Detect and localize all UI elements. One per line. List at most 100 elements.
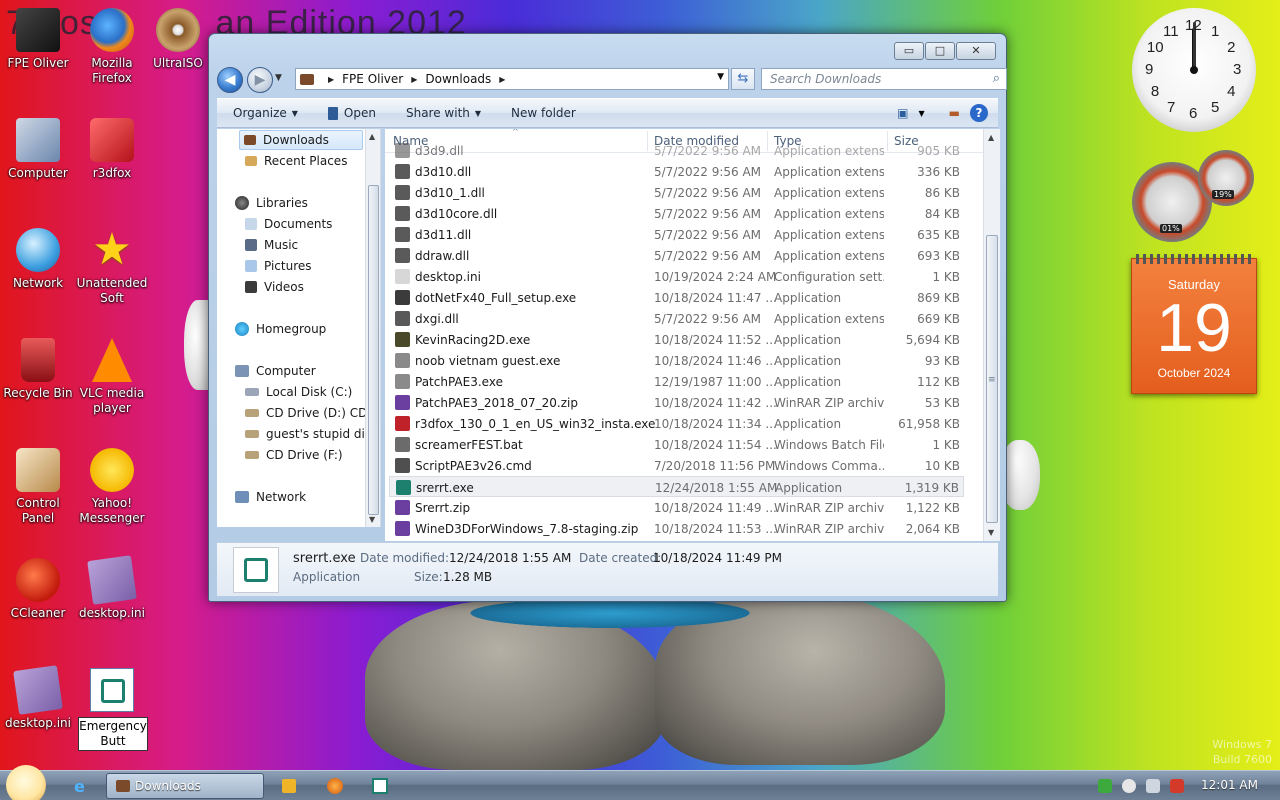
scroll-up-icon[interactable]: ▲ <box>988 133 994 142</box>
nav-item-network[interactable]: Network <box>235 487 306 507</box>
taskbar-ie-button[interactable]: e <box>66 773 98 799</box>
table-row[interactable]: screamerFEST.bat 10/18/2024 11:54 ... Wind… <box>389 434 964 455</box>
nav-item-music[interactable]: Music <box>245 235 298 255</box>
share-with-button[interactable]: Share with ▼ <box>406 106 481 120</box>
nav-item-downloads[interactable]: Downloads <box>239 130 363 150</box>
srerrt-app-icon[interactable] <box>372 778 388 794</box>
table-row[interactable]: d3d10core.dll 5/7/2022 9:56 AM Application… <box>389 203 964 224</box>
nav-item-local-disk[interactable]: Local Disk (C:) <box>245 382 352 402</box>
network-tray-icon[interactable] <box>1146 779 1160 793</box>
breadcrumb-separator-icon[interactable]: ▶ <box>411 75 417 84</box>
help-icon[interactable]: ? <box>970 104 988 122</box>
nav-item-documents[interactable]: Documents <box>245 214 332 234</box>
refresh-button[interactable]: ⇆ <box>731 68 755 90</box>
firefox-icon[interactable] <box>327 778 343 794</box>
table-row[interactable]: d3d9.dll 5/7/2022 9:56 AM Application ex… <box>389 140 964 161</box>
desktop-icon-r3dfox[interactable]: r3dfox <box>74 118 150 181</box>
desktop-icon-ultraiso[interactable]: UltraISO <box>148 8 208 71</box>
change-view-icon[interactable]: ▣ <box>897 106 908 120</box>
nav-item-cd-drive-d[interactable]: CD Drive (D:) CDI <box>245 403 371 423</box>
desktop-icon-control-panel[interactable]: Control Panel <box>0 448 76 526</box>
file-date: 10/18/2024 11:53 ... <box>654 522 777 536</box>
nav-item-libraries[interactable]: Libraries <box>235 193 308 213</box>
chevron-down-icon[interactable]: ▼ <box>919 109 925 118</box>
close-button[interactable]: ✕ <box>956 42 996 60</box>
table-row[interactable]: PatchPAE3.exe 12/19/1987 11:00 ... Applica… <box>389 371 964 392</box>
nav-item-guest-disk[interactable]: guest's stupid dis <box>245 424 371 444</box>
desktop-icon-recycle-bin[interactable]: Recycle Bin <box>0 338 76 401</box>
desktop-icon-computer[interactable]: Computer <box>0 118 76 181</box>
table-row[interactable]: PatchPAE3_2018_07_20.zip 10/18/2024 11:42… <box>389 392 964 413</box>
minimize-button[interactable]: ▭ <box>894 42 924 60</box>
breadcrumb-separator-icon[interactable]: ▶ <box>328 75 334 84</box>
address-bar[interactable]: ▶ FPE Oliver ▶ Downloads ▶ ▼ <box>295 68 729 90</box>
taskbar-explorer-button[interactable]: Downloads <box>106 773 264 799</box>
nav-scrollbar[interactable]: ▲ ▼ <box>365 129 380 527</box>
open-button[interactable]: Open <box>327 106 376 120</box>
nav-scroll-thumb[interactable] <box>368 185 379 515</box>
maximize-button[interactable]: □ <box>925 42 955 60</box>
breadcrumb-fpe-oliver[interactable]: FPE Oliver <box>342 72 403 86</box>
action-center-icon[interactable] <box>1098 779 1112 793</box>
nav-item-recent-places[interactable]: Recent Places <box>245 151 347 171</box>
scroll-up-icon[interactable]: ▲ <box>369 132 375 141</box>
table-row[interactable]: ScriptPAE3v26.cmd 7/20/2018 11:56 PM Windo… <box>389 455 964 476</box>
address-dropdown-icon[interactable]: ▼ <box>717 72 724 82</box>
cpu-meter-gadget[interactable]: 01% 19% <box>1132 150 1254 242</box>
desktop-icon-ccleaner[interactable]: CCleaner <box>0 558 76 621</box>
desktop-icon-fpe-oliver[interactable]: FPE Oliver <box>0 8 76 71</box>
file-name: PatchPAE3_2018_07_20.zip <box>415 396 578 410</box>
nav-item-computer[interactable]: Computer <box>235 361 316 381</box>
nav-item-pictures[interactable]: Pictures <box>245 256 312 276</box>
table-row[interactable]: WineD3DForWindows_7.8-staging.zip 10/18/2… <box>389 518 964 539</box>
desktop-icon-desktop-ini[interactable]: desktop.ini <box>0 665 76 731</box>
table-row[interactable]: ddraw.dll 5/7/2022 9:56 AM Application ext… <box>389 245 964 266</box>
file-name: d3d10core.dll <box>415 207 498 221</box>
scroll-down-icon[interactable]: ▼ <box>369 515 375 524</box>
table-row[interactable]: dotNetFx40_Full_setup.exe 10/18/2024 11:4… <box>389 287 964 308</box>
nav-item-homegroup[interactable]: Homegroup <box>235 319 326 339</box>
breadcrumb-downloads[interactable]: Downloads <box>425 72 491 86</box>
desktop-icon-unattended-soft[interactable]: ★ Unattended Soft <box>74 228 150 306</box>
table-row[interactable]: srerrt.exe 12/24/2018 1:55 AM Application 1… <box>389 476 964 497</box>
table-row[interactable]: Srerrt.zip 10/18/2024 11:49 ... WinRAR ZIP… <box>389 497 964 518</box>
desktop-icon-yahoo-messenger[interactable]: Yahoo! Messenger <box>74 448 150 526</box>
recent-pages-dropdown[interactable]: ▼ <box>275 73 282 83</box>
rename-input[interactable]: Emergency Butt <box>78 717 148 751</box>
taskbar-clock[interactable]: 12:01 AM <box>1201 778 1258 792</box>
table-row[interactable]: desktop.ini 10/19/2024 2:24 AM Configurati… <box>389 266 964 287</box>
explorer-window[interactable]: ▭ □ ✕ ◀ ▶ ▼ ▶ FPE Oliver ▶ Downloads ▶ ▼… <box>208 33 1007 602</box>
search-input[interactable]: Search Downloads ⌕ <box>761 68 1007 90</box>
chevron-down-icon: ▼ <box>291 108 298 118</box>
file-scrollbar[interactable]: ▲ ≡ ▼ <box>983 129 1000 541</box>
table-row[interactable]: r3dfox_130_0_1_en_US_win32_insta.exe 10/1… <box>389 413 964 434</box>
table-row[interactable]: d3d11.dll 5/7/2022 9:56 AM Application ext… <box>389 224 964 245</box>
file-type: Windows Comma... <box>774 459 884 473</box>
desktop-icon-firefox[interactable]: Mozilla Firefox <box>74 8 150 86</box>
nav-item-videos[interactable]: Videos <box>245 277 304 297</box>
table-row[interactable]: d3d10_1.dll 5/7/2022 9:56 AM Application e… <box>389 182 964 203</box>
nav-item-cd-drive-f[interactable]: CD Drive (F:) <box>245 445 343 465</box>
desktop-icon-emergency[interactable] <box>74 668 150 716</box>
table-row[interactable]: dxgi.dll 5/7/2022 9:56 AM Application exte… <box>389 308 964 329</box>
smiley-icon[interactable] <box>1122 779 1136 793</box>
clock-number: 12 <box>1185 17 1202 34</box>
desktop-icon-vlc[interactable]: VLC media player <box>74 338 150 416</box>
volume-muted-icon[interactable] <box>1170 779 1184 793</box>
forward-button[interactable]: ▶ <box>247 67 273 93</box>
new-folder-button[interactable]: New folder <box>511 106 576 120</box>
calendar-gadget[interactable]: Saturday 19 October 2024 <box>1131 254 1257 394</box>
breadcrumb-separator-icon[interactable]: ▶ <box>499 75 505 84</box>
media-player-icon[interactable] <box>282 779 296 793</box>
preview-pane-icon[interactable]: ▬ <box>949 106 960 120</box>
desktop-icon-desktop-ini[interactable]: desktop.ini <box>74 555 150 621</box>
desktop-icon-network[interactable]: Network <box>0 228 76 291</box>
back-button[interactable]: ◀ <box>217 67 243 93</box>
scroll-down-icon[interactable]: ▼ <box>988 528 994 537</box>
organize-button[interactable]: Organize ▼ <box>233 106 298 120</box>
table-row[interactable]: KevinRacing2D.exe 10/18/2024 11:52 ... App… <box>389 329 964 350</box>
table-row[interactable]: noob vietnam guest.exe 10/18/2024 11:46 .… <box>389 350 964 371</box>
start-button[interactable] <box>6 765 46 800</box>
clock-gadget[interactable]: 12 1 2 3 4 5 6 7 8 9 10 11 <box>1132 8 1256 132</box>
table-row[interactable]: d3d10.dll 5/7/2022 9:56 AM Application ext… <box>389 161 964 182</box>
